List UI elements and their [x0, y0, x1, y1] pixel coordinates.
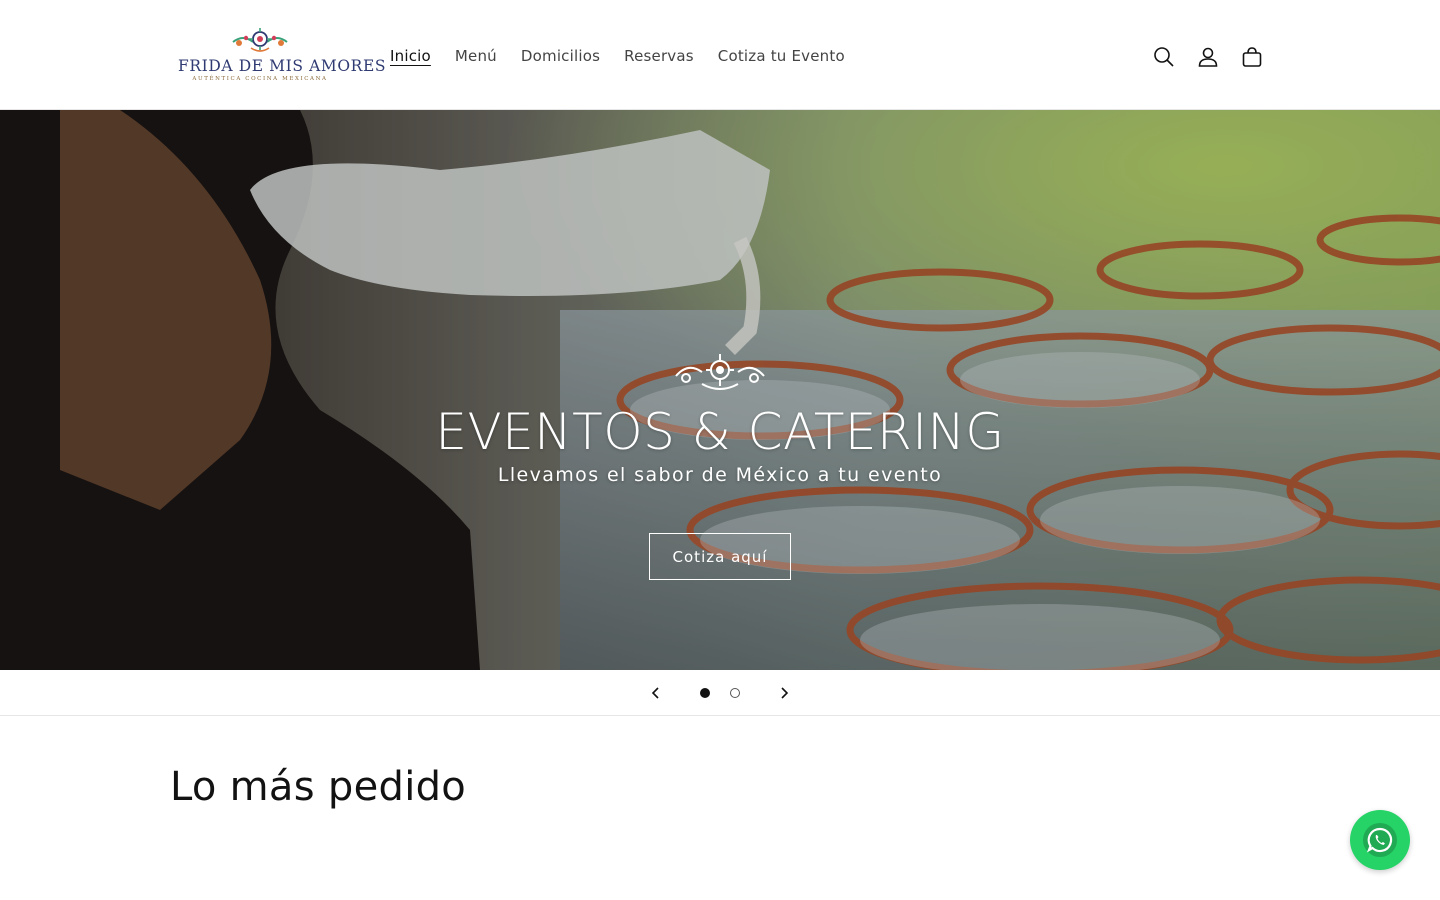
slide-dot-2[interactable]	[730, 688, 740, 698]
brand-tagline: AUTÉNTICA COCINA MEXICANA	[192, 76, 328, 82]
brand-logo[interactable]: FRIDA DE MIS AMORES AUTÉNTICA COCINA MEX…	[178, 26, 387, 88]
chevron-left-icon	[651, 687, 659, 699]
whatsapp-icon	[1363, 823, 1397, 857]
hero-subtitle: Llevamos el sabor de México a tu evento	[497, 464, 943, 486]
hero-title: EVENTOS & CATERING	[435, 403, 1005, 461]
nav-item-cotiza-evento[interactable]: Cotiza tu Evento	[706, 44, 857, 68]
brand-name: FRIDA DE MIS AMORES	[178, 57, 387, 75]
account-button[interactable]	[1186, 35, 1230, 79]
next-slide-button[interactable]	[772, 681, 796, 705]
section-title: Lo más pedido	[170, 764, 467, 810]
whatsapp-button[interactable]	[1350, 810, 1410, 870]
search-button[interactable]	[1142, 35, 1186, 79]
nav-item-domicilios[interactable]: Domicilios	[509, 44, 612, 68]
previous-slide-button[interactable]	[644, 681, 668, 705]
slide-dot-1[interactable]	[700, 688, 710, 698]
account-icon	[1198, 47, 1218, 67]
cart-button[interactable]	[1230, 35, 1274, 79]
logo-flower-icon	[232, 28, 288, 52]
nav-item-menu[interactable]: Menú	[443, 44, 509, 68]
slider-controls	[0, 670, 1440, 716]
search-icon	[1154, 47, 1174, 67]
ornament-icon	[675, 354, 765, 390]
nav-item-inicio[interactable]: Inicio	[378, 44, 443, 68]
header-icons	[1142, 35, 1274, 79]
cart-icon	[1242, 47, 1262, 67]
main-nav: Inicio Menú Domicilios Reservas Cotiza t…	[378, 44, 857, 68]
hero-slideshow: EVENTOS & CATERING Llevamos el sabor de …	[0, 110, 1440, 670]
chevron-right-icon	[781, 687, 789, 699]
hero-content: EVENTOS & CATERING Llevamos el sabor de …	[0, 110, 1440, 670]
nav-item-reservas[interactable]: Reservas	[612, 44, 706, 68]
cotiza-aqui-button[interactable]: Cotiza aquí	[649, 533, 791, 580]
site-header: FRIDA DE MIS AMORES AUTÉNTICA COCINA MEX…	[0, 0, 1440, 110]
